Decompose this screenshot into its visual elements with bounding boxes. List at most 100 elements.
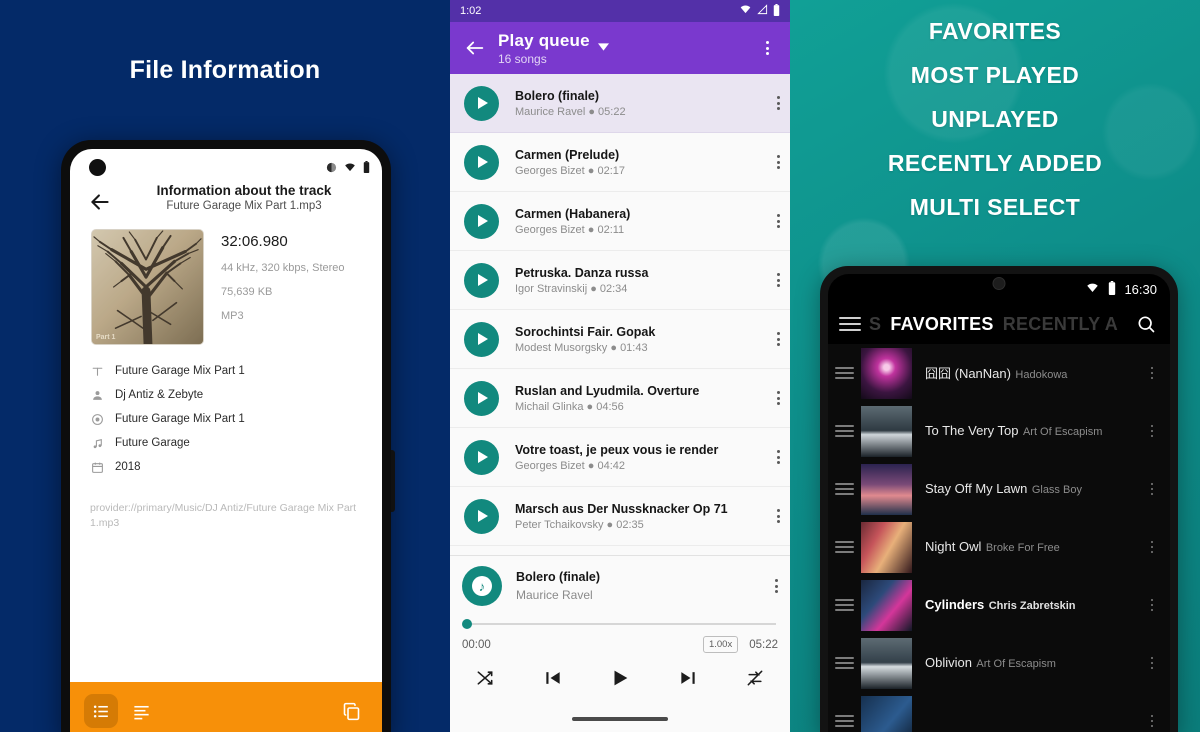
- play-icon[interactable]: [464, 321, 499, 357]
- drag-handle-icon[interactable]: [835, 541, 854, 553]
- track-title: Bolero (finale): [515, 88, 600, 103]
- album-art-thumbnail: [861, 347, 912, 399]
- kebab-menu-icon[interactable]: [1143, 482, 1161, 496]
- disc-icon: [90, 412, 104, 426]
- list-item[interactable]: Night Owl Broke For Free: [828, 518, 1170, 576]
- kebab-menu-icon[interactable]: [777, 391, 780, 405]
- music-note-icon: ♪: [472, 576, 492, 596]
- song-title: Night Owl: [925, 539, 982, 554]
- feature-heading: UNPLAYED: [931, 106, 1059, 132]
- search-icon[interactable]: [1133, 311, 1159, 337]
- table-row[interactable]: Petruska. Danza russa Igor Stravinskij ●…: [450, 251, 790, 310]
- table-row[interactable]: Carmen (Habanera) Georges Bizet ● 02:11: [450, 192, 790, 251]
- promo-screenshot-collage: File Information Information about the t…: [0, 0, 1200, 732]
- list-item[interactable]: Cylinders Chris Zabretskin: [828, 576, 1170, 634]
- list-item[interactable]: Stay Off My Lawn Glass Boy: [828, 460, 1170, 518]
- kebab-menu-icon[interactable]: [1143, 366, 1161, 380]
- tab-recently-added[interactable]: RECENTLY A: [1003, 314, 1118, 335]
- kebab-menu-icon[interactable]: [777, 273, 780, 287]
- kebab-menu-icon[interactable]: [777, 509, 780, 523]
- hamburger-menu-icon[interactable]: [839, 317, 861, 331]
- drag-handle-icon[interactable]: [835, 715, 854, 727]
- chevron-down-icon[interactable]: [597, 36, 609, 56]
- now-playing-artist: Maurice Ravel: [516, 588, 593, 602]
- file-format: 44 kHz, 320 kbps, Stereo: [221, 262, 345, 274]
- play-icon[interactable]: [464, 498, 499, 534]
- drag-handle-icon[interactable]: [835, 483, 854, 495]
- table-row[interactable]: Bolero (finale) Maurice Ravel ● 05:22: [450, 74, 790, 133]
- track-meta: Igor Stravinskij ● 02:34: [515, 282, 628, 295]
- repeat-off-icon[interactable]: [738, 663, 772, 693]
- appbar-titles[interactable]: Play queue 16 songs: [498, 31, 609, 66]
- play-icon[interactable]: [464, 85, 499, 121]
- kebab-menu-icon[interactable]: [752, 31, 782, 65]
- play-icon[interactable]: [464, 144, 499, 180]
- list-item[interactable]: To The Very Top Art Of Escapism: [828, 402, 1170, 460]
- kebab-menu-icon[interactable]: [1143, 598, 1161, 612]
- play-icon[interactable]: [603, 663, 637, 693]
- front-camera-punchhole: [89, 159, 106, 176]
- play-icon[interactable]: [464, 439, 499, 475]
- song-title: 囧囧 (NanNan): [925, 366, 1011, 381]
- list-item[interactable]: [828, 692, 1170, 732]
- drag-handle-icon[interactable]: [835, 599, 854, 611]
- kebab-menu-icon[interactable]: [777, 450, 780, 464]
- feature-heading: FAVORITES: [928, 18, 1062, 44]
- track-title: Carmen (Habanera): [515, 206, 631, 221]
- kebab-menu-icon[interactable]: [1143, 540, 1161, 554]
- table-row[interactable]: Carmen (Prelude) Georges Bizet ● 02:17: [450, 133, 790, 192]
- kebab-menu-icon[interactable]: [775, 579, 778, 593]
- next-icon[interactable]: [671, 663, 705, 693]
- tag-value: 2018: [115, 461, 141, 473]
- table-row[interactable]: Votre toast, je peux vous ie render Geor…: [450, 428, 790, 487]
- shuffle-icon[interactable]: [468, 663, 502, 693]
- title-icon: [90, 364, 104, 378]
- back-arrow-icon[interactable]: [458, 31, 492, 65]
- kebab-menu-icon[interactable]: [777, 155, 780, 169]
- seek-slider[interactable]: [462, 619, 778, 629]
- seek-thumb[interactable]: [462, 619, 472, 629]
- file-path: provider://primary/Music/DJ Antiz/Future…: [90, 502, 357, 529]
- drag-handle-icon[interactable]: [835, 425, 854, 437]
- play-icon[interactable]: [464, 262, 499, 298]
- song-artist: Chris Zabretskin: [988, 600, 1076, 612]
- kebab-menu-icon[interactable]: [1143, 424, 1161, 438]
- tab-favorites[interactable]: FAVORITES: [890, 314, 993, 335]
- list-item[interactable]: Oblivion Art Of Escapism: [828, 634, 1170, 692]
- queue-track-list[interactable]: Bolero (finale) Maurice Ravel ● 05:22 Ca…: [450, 74, 790, 555]
- back-arrow-icon[interactable]: [87, 189, 113, 215]
- kebab-menu-icon[interactable]: [777, 96, 780, 110]
- text-lines-icon[interactable]: [124, 694, 158, 728]
- copy-icon[interactable]: [334, 694, 368, 728]
- song-artist: Art Of Escapism: [976, 658, 1056, 670]
- track-title: Ruslan and Lyudmila. Overture: [515, 383, 700, 398]
- play-icon[interactable]: [464, 203, 499, 239]
- table-row[interactable]: The Ride of the Valkyries (Die Walkure) …: [450, 546, 790, 555]
- favorites-song-list[interactable]: 囧囧 (NanNan) Hadokowa To The Very Top Art…: [828, 344, 1170, 732]
- file-duration: 32:06.980: [221, 233, 288, 250]
- list-item[interactable]: 囧囧 (NanNan) Hadokowa: [828, 344, 1170, 402]
- battery-icon: [773, 3, 780, 19]
- kebab-menu-icon[interactable]: [1143, 714, 1161, 728]
- previous-icon[interactable]: [536, 663, 570, 693]
- drag-handle-icon[interactable]: [835, 657, 854, 669]
- drag-handle-icon[interactable]: [835, 367, 854, 379]
- kebab-menu-icon[interactable]: [777, 332, 780, 346]
- battery-icon: [363, 160, 370, 178]
- tab-songs[interactable]: S: [869, 314, 881, 335]
- table-row[interactable]: Ruslan and Lyudmila. Overture Michail Gl…: [450, 369, 790, 428]
- kebab-menu-icon[interactable]: [777, 214, 780, 228]
- track-title: Petruska. Danza russa: [515, 265, 649, 280]
- phone1-status-bar: [326, 160, 370, 178]
- phone-mockup-3: 16:30 S FAVORITES RECENTLY A 囧囧 (NanNan)…: [820, 266, 1178, 732]
- play-icon[interactable]: [464, 380, 499, 416]
- table-row[interactable]: Sorochintsi Fair. Gopak Modest Musorgsky…: [450, 310, 790, 369]
- now-playing-player: ♪ Bolero (finale) Maurice Ravel 00:00 1.…: [450, 555, 790, 732]
- list-view-icon[interactable]: [84, 694, 118, 728]
- track-meta: Georges Bizet ● 02:11: [515, 223, 625, 236]
- track-title: Carmen (Prelude): [515, 147, 620, 162]
- table-row[interactable]: Marsch aus Der Nussknacker Op 71 Peter T…: [450, 487, 790, 546]
- calendar-icon: [90, 460, 104, 474]
- kebab-menu-icon[interactable]: [1143, 656, 1161, 670]
- playback-speed-badge[interactable]: 1.00x: [702, 636, 739, 653]
